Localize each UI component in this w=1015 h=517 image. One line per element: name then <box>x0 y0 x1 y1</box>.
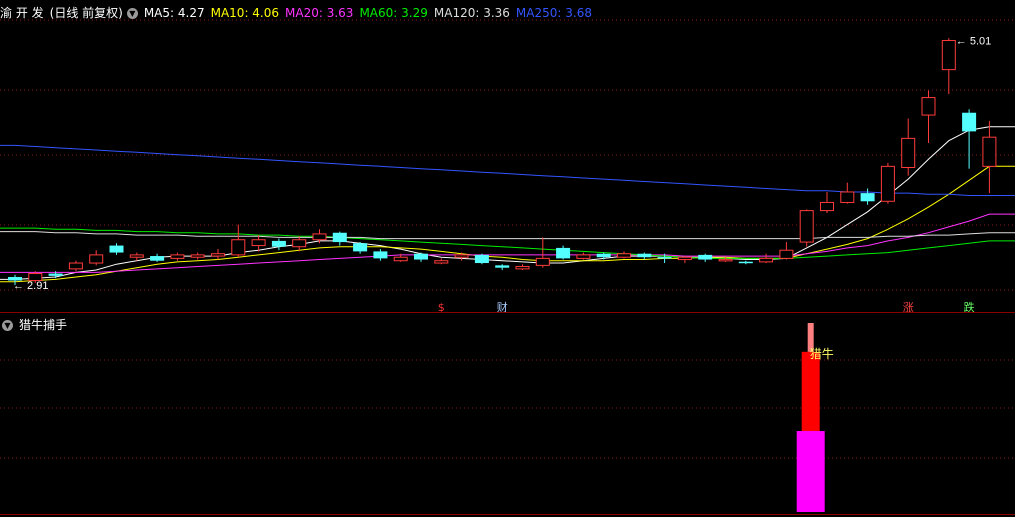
candle-body <box>170 254 185 259</box>
candle-body <box>880 165 895 202</box>
indicator-bar-segment <box>796 431 825 512</box>
candle-body <box>576 254 591 259</box>
candle-body <box>738 261 753 264</box>
candle-body <box>393 256 408 262</box>
candle-body <box>414 253 428 260</box>
candle-body <box>596 253 611 258</box>
candle-body <box>292 239 307 248</box>
candle-body <box>718 258 733 262</box>
candle-body <box>556 247 571 259</box>
candle-body <box>434 260 449 264</box>
indicator-name: 猎牛捕手 <box>19 318 68 332</box>
candle-body <box>332 232 347 243</box>
candle-body <box>799 210 814 243</box>
candle-body <box>779 249 794 259</box>
candle-body <box>515 266 530 270</box>
candle-body <box>231 239 246 256</box>
candle-body <box>474 254 489 264</box>
candle-body <box>150 256 165 261</box>
candle-body <box>840 191 855 203</box>
candle-body <box>820 201 834 212</box>
candle-body <box>657 257 672 259</box>
chevron-down-icon[interactable]: ▼ <box>2 319 13 331</box>
candle-body <box>190 254 205 258</box>
candle-body <box>860 193 875 202</box>
ma-line-ma20 <box>0 213 1015 273</box>
panel-separator <box>0 312 1015 313</box>
ma-line-ma60 <box>0 227 1015 259</box>
candle-body <box>982 136 997 167</box>
candle-body <box>271 240 286 247</box>
candle-body <box>962 112 977 132</box>
candle-body <box>921 97 936 116</box>
low-price-label: ← 2.91 <box>13 280 48 292</box>
candle-body <box>68 262 83 270</box>
candle-body <box>759 257 774 263</box>
candle-body <box>677 256 692 261</box>
candle-body <box>211 253 225 257</box>
candle-body <box>901 137 916 168</box>
indicator-signal-label: 猎牛 <box>810 346 834 361</box>
candle-body <box>373 251 388 259</box>
candle-body <box>312 233 327 241</box>
indicator-bar-segment <box>801 351 820 431</box>
candle-body <box>109 245 124 253</box>
bottom-border <box>0 514 1015 515</box>
candle-body <box>698 254 713 260</box>
candle-body <box>535 257 550 266</box>
candle-body <box>353 243 368 252</box>
candle-body <box>495 265 510 268</box>
candle-body <box>129 254 144 258</box>
candle-body <box>48 273 63 276</box>
ma-line-ma120 <box>0 231 1015 240</box>
candle-body <box>454 254 469 258</box>
ma-line-ma10 <box>0 165 1015 283</box>
candle-body <box>251 239 266 247</box>
candle-body <box>941 39 956 71</box>
high-price-label: ← 5.01 <box>956 35 991 47</box>
indicator-panel-header: ▼ 猎牛捕手 <box>0 315 73 335</box>
ma-line-ma250 <box>0 144 1015 196</box>
candle-body <box>637 253 652 258</box>
candle-body <box>617 253 631 258</box>
chart-canvas: ← 2.91← 5.01$ 财涨跌猎牛 <box>0 19 1015 512</box>
candle-body <box>89 254 104 264</box>
